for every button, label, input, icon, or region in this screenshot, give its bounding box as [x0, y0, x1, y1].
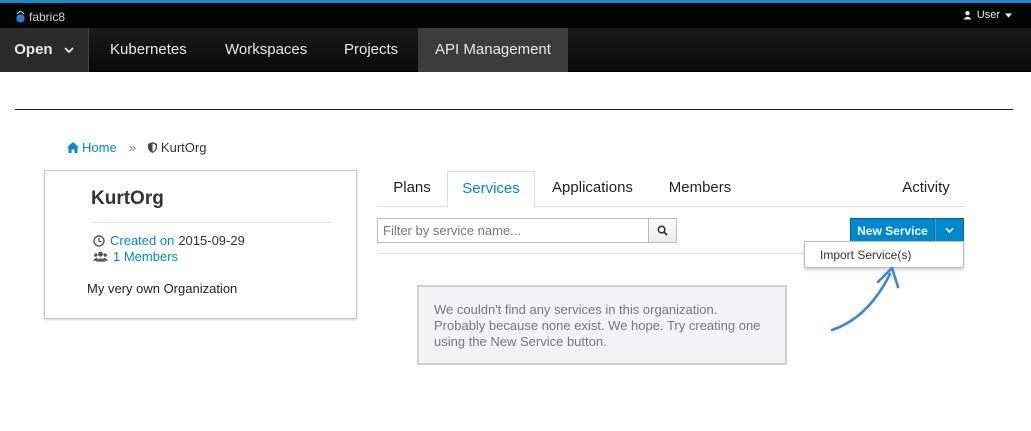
search-button[interactable]: [648, 219, 676, 242]
org-members-link[interactable]: 1 Members: [113, 249, 178, 264]
tab-plans[interactable]: Plans: [377, 171, 447, 207]
tab-services[interactable]: Services: [447, 171, 535, 208]
nav-item-kubernetes[interactable]: Kubernetes: [110, 28, 187, 72]
tab-applications[interactable]: Applications: [535, 171, 650, 207]
clock-icon: [93, 234, 105, 247]
header-divider: [15, 109, 1013, 110]
org-summary-card: KurtOrg Created on 2015-09-29 1 Members …: [44, 170, 357, 319]
empty-state-message: We couldn't find any services in this or…: [417, 285, 787, 365]
fabric8-logo-icon: [16, 10, 25, 23]
import-services-menu-item[interactable]: Import Service(s): [820, 248, 911, 262]
chevron-down-icon: [64, 47, 74, 54]
new-service-button[interactable]: New Service: [850, 218, 935, 242]
breadcrumb-home-link[interactable]: Home: [67, 140, 117, 155]
org-card-divider: [91, 222, 331, 223]
org-tabs: Plans Services Applications Members Acti…: [377, 171, 965, 208]
curved-arrow-icon: [830, 266, 900, 332]
breadcrumb-current-org: KurtOrg: [147, 140, 207, 155]
main-navbar: Open Kubernetes Workspaces Projects API …: [0, 28, 1031, 72]
org-description: My very own Organization: [87, 281, 238, 296]
org-name: KurtOrg: [91, 188, 164, 209]
nav-open-label: Open: [14, 41, 53, 58]
empty-state-text: We couldn't find any services in this or…: [434, 302, 761, 349]
new-service-dropdown-toggle[interactable]: [935, 218, 964, 242]
breadcrumb-separator: »: [128, 140, 136, 155]
logo[interactable]: fabric8: [14, 8, 65, 26]
service-filter-input[interactable]: [378, 219, 649, 242]
service-filter: [377, 218, 677, 243]
breadcrumb-org-label: KurtOrg: [160, 140, 207, 155]
shield-icon: [147, 142, 157, 153]
home-icon: [67, 142, 79, 153]
user-menu[interactable]: User: [963, 9, 1017, 21]
org-created-label: Created on: [110, 233, 175, 248]
caret-down-icon: [1005, 12, 1012, 18]
top-bar: fabric8 User: [0, 0, 1031, 28]
breadcrumb: Home » KurtOrg: [67, 140, 206, 155]
user-menu-label: User: [976, 9, 1000, 21]
tab-activity[interactable]: Activity: [887, 171, 965, 207]
tab-members[interactable]: Members: [650, 171, 750, 207]
org-created-date: 2015-09-29: [178, 233, 245, 248]
search-icon: [657, 225, 668, 236]
user-icon: [963, 11, 972, 20]
nav-item-workspaces[interactable]: Workspaces: [225, 28, 307, 72]
nav-item-api-management[interactable]: API Management: [418, 28, 568, 72]
nav-open-menu[interactable]: Open: [0, 28, 89, 72]
org-members-row: 1 Members: [93, 249, 178, 264]
users-icon: [93, 251, 108, 262]
org-created-row: Created on 2015-09-29: [93, 233, 245, 248]
breadcrumb-home-label: Home: [82, 140, 117, 155]
chevron-down-icon: [945, 227, 954, 233]
nav-item-projects[interactable]: Projects: [344, 28, 398, 72]
logo-text: fabric8: [29, 10, 66, 24]
